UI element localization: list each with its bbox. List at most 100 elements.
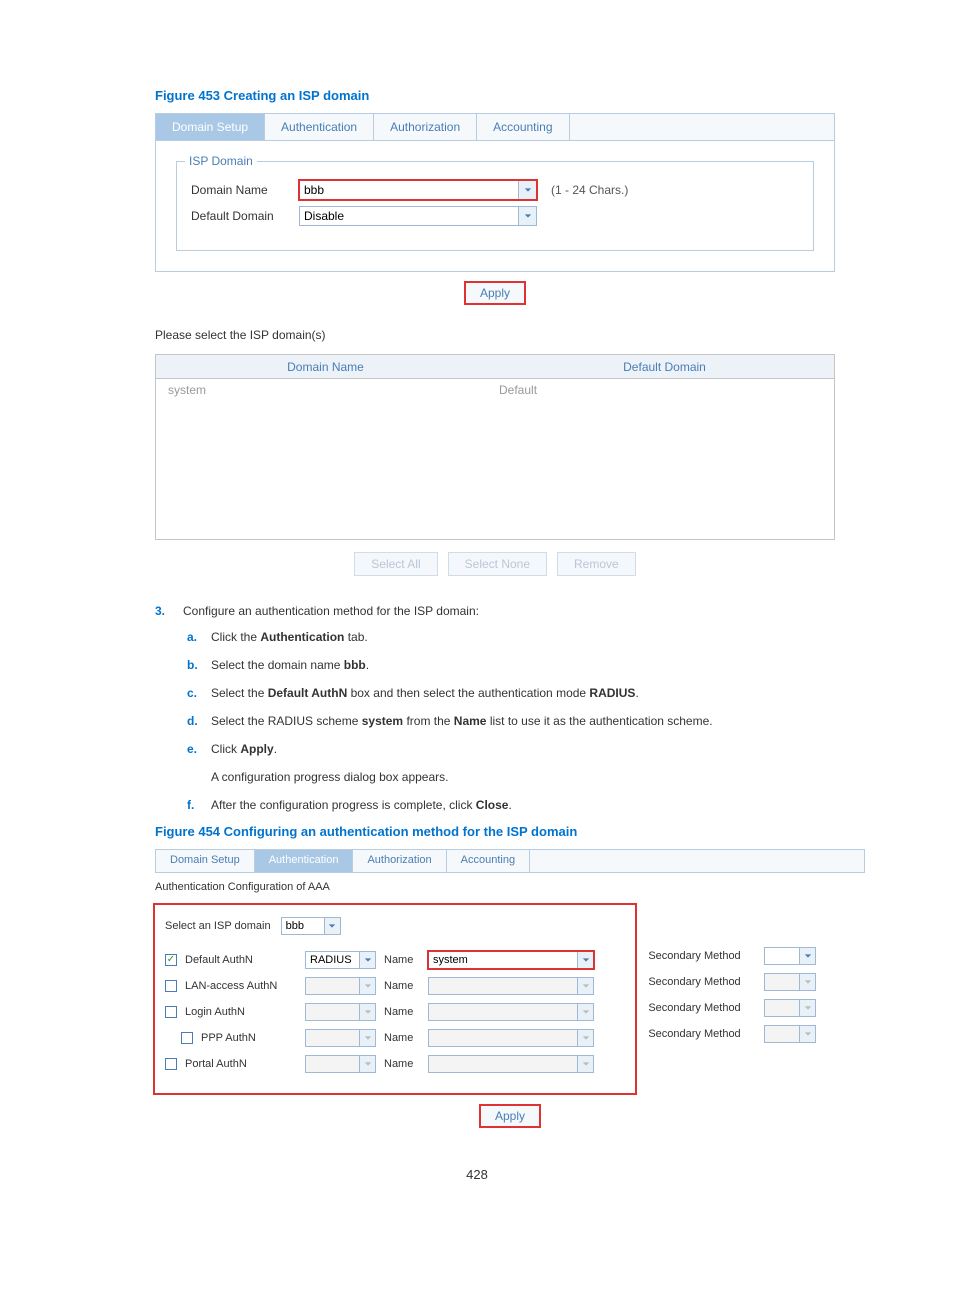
- lan-authn-scheme[interactable]: [305, 977, 360, 995]
- tab-authorization[interactable]: Authorization: [374, 114, 477, 140]
- ppp-authn-scheme[interactable]: [305, 1029, 360, 1047]
- tabs-bar-1: Domain Setup Authentication Authorizatio…: [155, 113, 835, 141]
- sec-row-ppp: Secondary Method: [648, 1025, 816, 1043]
- select-none-button[interactable]: Select None: [448, 552, 547, 576]
- ppp-authn-name[interactable]: [428, 1029, 578, 1047]
- tab-domain-setup[interactable]: Domain Setup: [156, 114, 265, 140]
- col-default-domain: Default Domain: [495, 360, 834, 374]
- domain-table: Domain Name Default Domain system Defaul…: [155, 354, 835, 540]
- tab-authentication[interactable]: Authentication: [265, 114, 374, 140]
- login-authn-checkbox[interactable]: [165, 1006, 177, 1018]
- tabs-bar-2: Domain Setup Authentication Authorizatio…: [155, 849, 865, 873]
- authn-config-panel: Domain Setup Authentication Authorizatio…: [155, 849, 865, 1127]
- login-authn-name[interactable]: [428, 1003, 578, 1021]
- default-authn-label: Default AuthN: [185, 954, 297, 966]
- sec-label-4: Secondary Method: [648, 1028, 756, 1040]
- sec-dd-1[interactable]: [800, 947, 816, 965]
- tabs-spacer: [570, 114, 834, 140]
- ppp-authn-label: PPP AuthN: [201, 1032, 297, 1044]
- name-label-4: Name: [384, 1032, 420, 1044]
- lan-authn-name[interactable]: [428, 977, 578, 995]
- sec-row-login: Secondary Method: [648, 999, 816, 1017]
- select-all-button[interactable]: Select All: [354, 552, 437, 576]
- default-domain-select[interactable]: [299, 206, 519, 226]
- sec-row-lan: Secondary Method: [648, 973, 816, 991]
- sec-sel-1[interactable]: [764, 947, 800, 965]
- figure-454-caption: Figure 454 Configuring an authentication…: [155, 824, 889, 839]
- portal-authn-scheme[interactable]: [305, 1055, 360, 1073]
- domain-name-label: Domain Name: [191, 183, 291, 197]
- tab2-authentication[interactable]: Authentication: [255, 850, 354, 872]
- lan-authn-name-dd[interactable]: [578, 977, 594, 995]
- sec-sel-2[interactable]: [764, 973, 800, 991]
- step-3f: f. After the configuration progress is c…: [187, 796, 875, 814]
- secondary-method-column: Secondary Method Secondary Method Second…: [638, 905, 816, 1051]
- select-domain-prompt: Please select the ISP domain(s): [155, 328, 835, 342]
- lan-authn-checkbox[interactable]: [165, 980, 177, 992]
- portal-authn-name[interactable]: [428, 1055, 578, 1073]
- tab2-domain-setup[interactable]: Domain Setup: [156, 850, 255, 872]
- sec-label-2: Secondary Method: [648, 976, 756, 988]
- portal-authn-checkbox[interactable]: [165, 1058, 177, 1070]
- select-domain-label: Select an ISP domain: [165, 920, 271, 932]
- name-label-2: Name: [384, 980, 420, 992]
- domain-name-dropdown[interactable]: [519, 180, 537, 200]
- name-label-3: Name: [384, 1006, 420, 1018]
- ppp-authn-checkbox[interactable]: [181, 1032, 193, 1044]
- isp-panel-body: ISP Domain Domain Name (1 - 24 Chars.) D…: [155, 141, 835, 272]
- step-3e: e. Click Apply.: [187, 740, 875, 758]
- remove-button[interactable]: Remove: [557, 552, 636, 576]
- sec-sel-4[interactable]: [764, 1025, 800, 1043]
- portal-authn-row: Portal AuthN Name: [165, 1055, 625, 1073]
- default-domain-label: Default Domain: [191, 209, 291, 223]
- sec-label-3: Secondary Method: [648, 1002, 756, 1014]
- table-row[interactable]: system Default: [156, 379, 834, 401]
- default-domain-dropdown[interactable]: [519, 206, 537, 226]
- default-domain-row: Default Domain: [191, 206, 799, 226]
- tab2-accounting[interactable]: Accounting: [447, 850, 530, 872]
- step-3-num: 3.: [155, 604, 183, 618]
- login-authn-scheme[interactable]: [305, 1003, 360, 1021]
- domain-name-input[interactable]: [299, 180, 519, 200]
- aaa-title: Authentication Configuration of AAA: [155, 881, 865, 893]
- login-authn-row: Login AuthN Name: [165, 1003, 625, 1021]
- domain-name-hint: (1 - 24 Chars.): [551, 183, 628, 197]
- default-authn-row: Default AuthN Name: [165, 951, 625, 969]
- apply-wrap-1: Apply: [155, 282, 835, 304]
- step-3: 3. Configure an authentication method fo…: [155, 604, 875, 618]
- apply-button-1[interactable]: Apply: [465, 282, 525, 304]
- apply-wrap-2: Apply: [155, 1105, 865, 1127]
- default-authn-name[interactable]: [428, 951, 578, 969]
- sec-row-default: Secondary Method: [648, 947, 816, 965]
- name-label-1: Name: [384, 954, 420, 966]
- lan-authn-label: LAN-access AuthN: [185, 980, 297, 992]
- select-domain-row: Select an ISP domain: [165, 917, 625, 935]
- cell-default: Default: [495, 383, 826, 397]
- isp-domain-legend: ISP Domain: [185, 154, 257, 168]
- step-3a: a. Click the Authentication tab.: [187, 628, 875, 646]
- step-3b: b. Select the domain name bbb.: [187, 656, 875, 674]
- apply-button-2[interactable]: Apply: [480, 1105, 540, 1127]
- default-authn-checkbox[interactable]: [165, 954, 177, 966]
- sec-sel-3[interactable]: [764, 999, 800, 1017]
- default-authn-scheme-dd[interactable]: [360, 951, 376, 969]
- domain-name-row: Domain Name (1 - 24 Chars.): [191, 180, 799, 200]
- table-buttons: Select All Select None Remove: [155, 552, 835, 576]
- step-3e-note: A configuration progress dialog box appe…: [211, 768, 875, 786]
- select-domain-dropdown[interactable]: [325, 917, 341, 935]
- select-domain-select[interactable]: [281, 917, 325, 935]
- auth-panel: Select an ISP domain Default AuthN Name: [155, 905, 635, 1093]
- isp-domain-fieldset: ISP Domain Domain Name (1 - 24 Chars.) D…: [176, 161, 814, 251]
- domain-table-body: system Default: [156, 379, 834, 539]
- default-authn-scheme[interactable]: [305, 951, 360, 969]
- instructions: 3. Configure an authentication method fo…: [155, 604, 875, 814]
- step-3d: d. Select the RADIUS scheme system from …: [187, 712, 875, 730]
- domain-table-header: Domain Name Default Domain: [156, 355, 834, 379]
- tab-accounting[interactable]: Accounting: [477, 114, 569, 140]
- login-authn-label: Login AuthN: [185, 1006, 297, 1018]
- default-authn-name-dd[interactable]: [578, 951, 594, 969]
- tab2-authorization[interactable]: Authorization: [353, 850, 446, 872]
- col-domain-name: Domain Name: [156, 360, 495, 374]
- sec-label-1: Secondary Method: [648, 950, 756, 962]
- lan-authn-scheme-dd[interactable]: [360, 977, 376, 995]
